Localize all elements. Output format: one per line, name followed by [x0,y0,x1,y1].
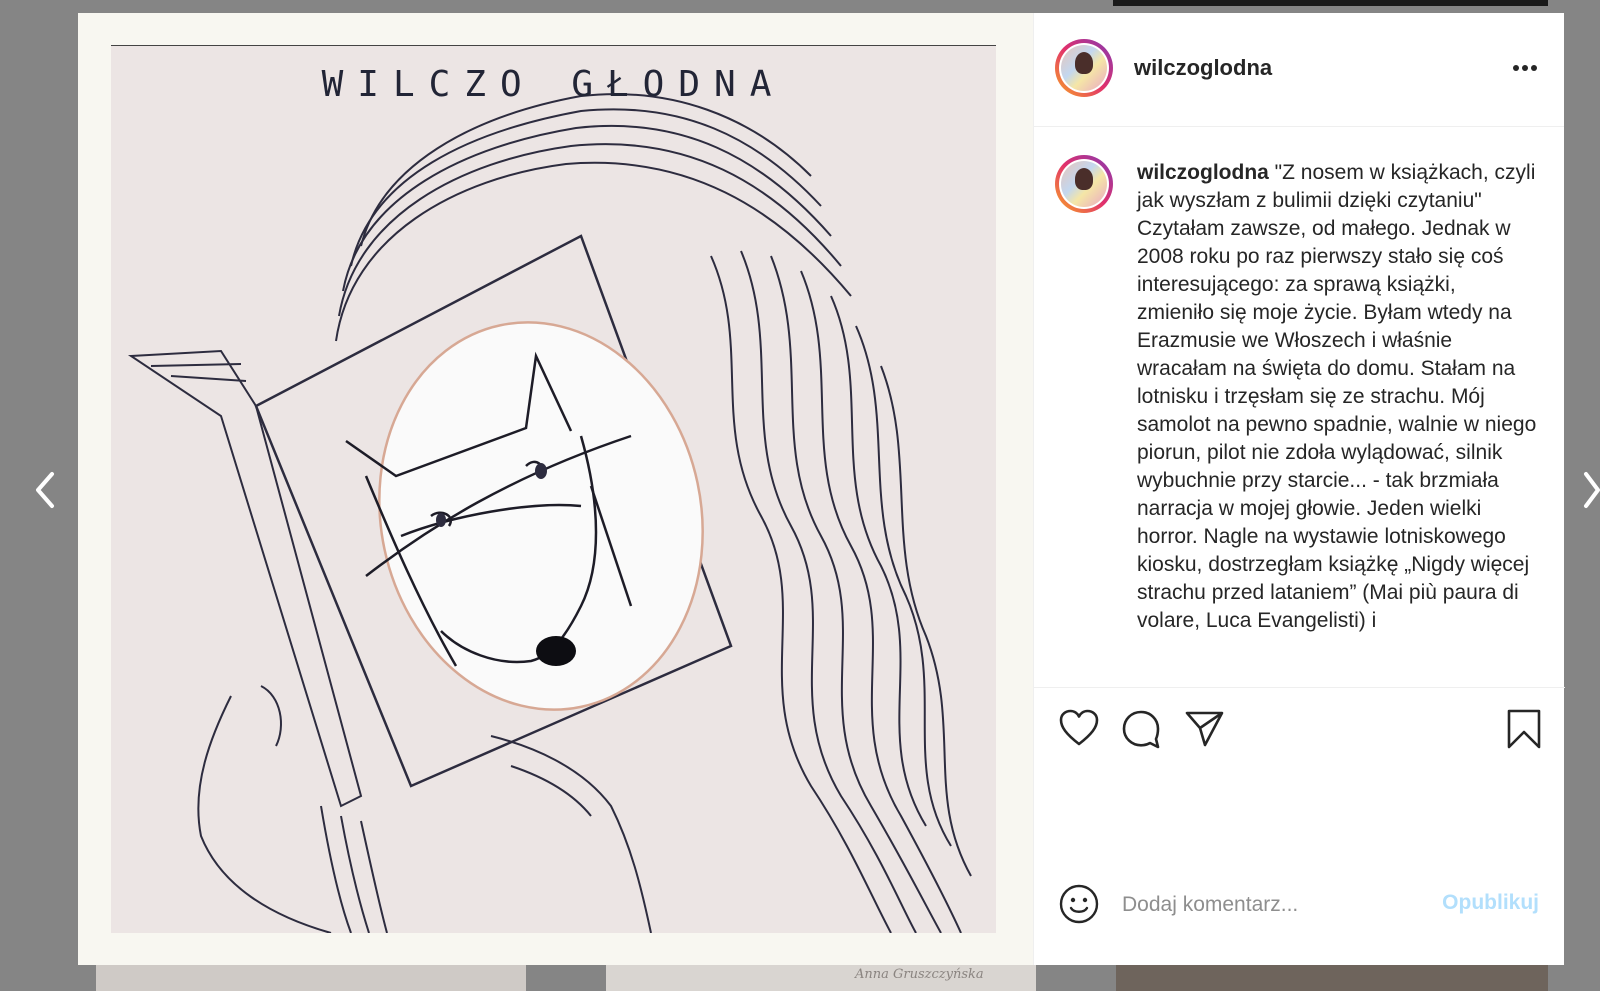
publish-button[interactable]: Opublikuj [1442,891,1539,915]
caption-username-link[interactable]: wilczoglodna [1137,161,1269,184]
emoji-icon [1059,884,1099,924]
avatar-ring [1059,159,1109,209]
comment-icon [1122,710,1160,749]
avatar-ring [1059,43,1109,93]
caption-body: "Z nosem w książkach, czyli jak wyszłam … [1137,161,1537,632]
background-post-thumbnail[interactable] [1116,963,1548,991]
chevron-right-icon [1584,472,1600,508]
caption-text: wilczoglodna "Z nosem w książkach, czyli… [1137,159,1537,635]
comment-input[interactable] [1120,887,1424,923]
add-comment-bar: Opublikuj [1034,857,1565,965]
image-title-text: WILCZO GŁODNA [321,64,786,105]
next-post-button[interactable] [1582,470,1600,510]
like-button[interactable] [1058,708,1100,750]
header-username-link[interactable]: wilczoglodna [1134,55,1272,81]
bookmark-icon [1507,709,1541,749]
background-post-thumbnail[interactable] [1113,0,1548,6]
avatar-image [1061,161,1107,207]
comment-button[interactable] [1120,708,1162,750]
background-signature: Anna Gruszczyńska [855,967,984,982]
post-modal: WILCZO GŁODNA wilczoglodna wilczoglodna … [78,13,1565,965]
emoji-button[interactable] [1058,883,1100,925]
caption-scroll-area[interactable]: wilczoglodna "Z nosem w książkach, czyli… [1034,127,1565,687]
illustration-girl-reading-book [127,93,972,933]
previous-post-button[interactable] [30,470,60,510]
post-side-panel: wilczoglodna wilczoglodna "Z nosem w ksi… [1033,13,1565,965]
save-button[interactable] [1503,708,1545,750]
caption-avatar[interactable] [1055,155,1113,213]
post-media: WILCZO GŁODNA [78,13,1033,965]
more-options-button[interactable] [1510,53,1540,83]
post-image[interactable]: WILCZO GŁODNA [111,45,996,933]
more-icon [1513,65,1537,71]
background-post-thumbnail[interactable] [96,963,526,991]
avatar[interactable] [1055,39,1113,97]
post-header: wilczoglodna [1034,13,1564,127]
share-button[interactable] [1183,708,1225,750]
post-actions [1034,687,1565,768]
avatar-image [1061,45,1107,91]
chevron-left-icon [36,472,54,508]
heart-icon [1059,709,1099,746]
paper-plane-icon [1185,711,1224,747]
